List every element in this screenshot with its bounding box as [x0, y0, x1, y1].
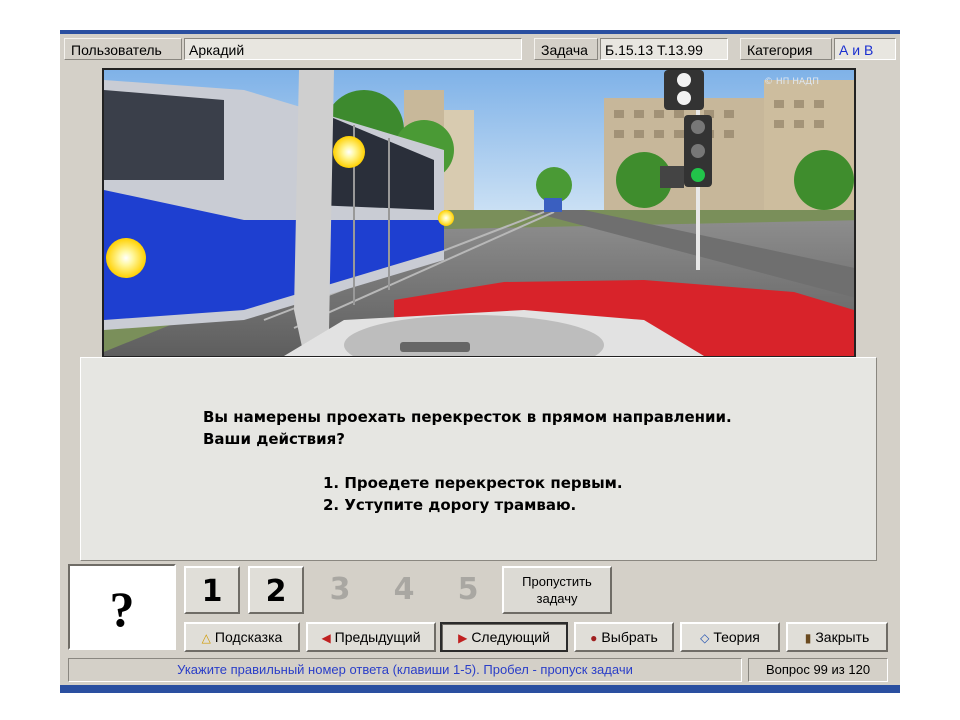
prev-label: Предыдущий: [334, 629, 421, 645]
next-button[interactable]: ▶ Следующий: [440, 622, 568, 652]
door-exit-icon: ▮: [804, 631, 812, 645]
prev-button[interactable]: ◀ Предыдущий: [306, 622, 436, 652]
category-value: А и В: [834, 38, 896, 60]
user-value: Аркадий: [184, 38, 522, 60]
user-label: Пользователь: [64, 38, 182, 60]
question-panel: Вы намерены проехать перекресток в прямо…: [80, 357, 877, 561]
intersection-scene-illustration: © НП НАДП: [102, 68, 856, 358]
answer-option-2: 2. Уступите дорогу трамваю.: [323, 496, 577, 514]
answer-button-1[interactable]: 1: [184, 566, 240, 614]
theory-label: Теория: [713, 629, 760, 645]
arrow-left-icon: ◀: [321, 631, 331, 645]
skip-label-line2: задачу: [536, 591, 578, 606]
next-label: Следующий: [471, 629, 550, 645]
diamond-icon: ◇: [700, 631, 710, 645]
skip-task-button[interactable]: Пропустить задачу: [502, 566, 612, 614]
question-line: Ваши действия?: [203, 430, 345, 448]
task-value: Б.15.13 Т.13.99: [600, 38, 728, 60]
answer-button-4: 4: [393, 572, 415, 607]
hint-button[interactable]: △ Подсказка: [184, 622, 300, 652]
scene-watermark: © НП НАДП: [764, 77, 819, 87]
question-counter: Вопрос 99 из 120: [748, 658, 888, 682]
answer-button-3: 3: [329, 572, 351, 607]
exam-window: Пользователь Аркадий Задача Б.15.13 Т.13…: [60, 30, 900, 693]
header-bar: Пользователь Аркадий Задача Б.15.13 Т.13…: [60, 38, 900, 60]
close-button[interactable]: ▮ Закрыть: [786, 622, 888, 652]
question-line: Вы намерены проехать перекресток в прямо…: [203, 408, 732, 426]
hint-label: Подсказка: [214, 629, 283, 645]
answer-option-1: 1. Проедете перекресток первым.: [323, 474, 623, 492]
answer-button-5: 5: [457, 572, 479, 607]
answer-options: 1. Проедете перекресток первым. 2. Уступ…: [323, 472, 623, 516]
arrow-right-icon: ▶: [458, 631, 468, 645]
answer-button-2[interactable]: 2: [248, 566, 304, 614]
selected-answer-box: ?: [68, 564, 176, 650]
scene-image: © НП НАДП: [104, 70, 854, 356]
category-label: Категория: [740, 38, 832, 60]
pointer-icon: ●: [590, 631, 598, 645]
task-label: Задача: [534, 38, 598, 60]
skip-label-line1: Пропустить: [522, 574, 592, 589]
choose-button[interactable]: ● Выбрать: [574, 622, 674, 652]
choose-label: Выбрать: [601, 629, 658, 645]
question-text: Вы намерены проехать перекресток в прямо…: [203, 406, 732, 450]
close-label: Закрыть: [815, 629, 870, 645]
status-message: Укажите правильный номер ответа (клавиши…: [68, 658, 742, 682]
theory-button[interactable]: ◇ Теория: [680, 622, 780, 652]
lightbulb-icon: △: [201, 631, 211, 645]
